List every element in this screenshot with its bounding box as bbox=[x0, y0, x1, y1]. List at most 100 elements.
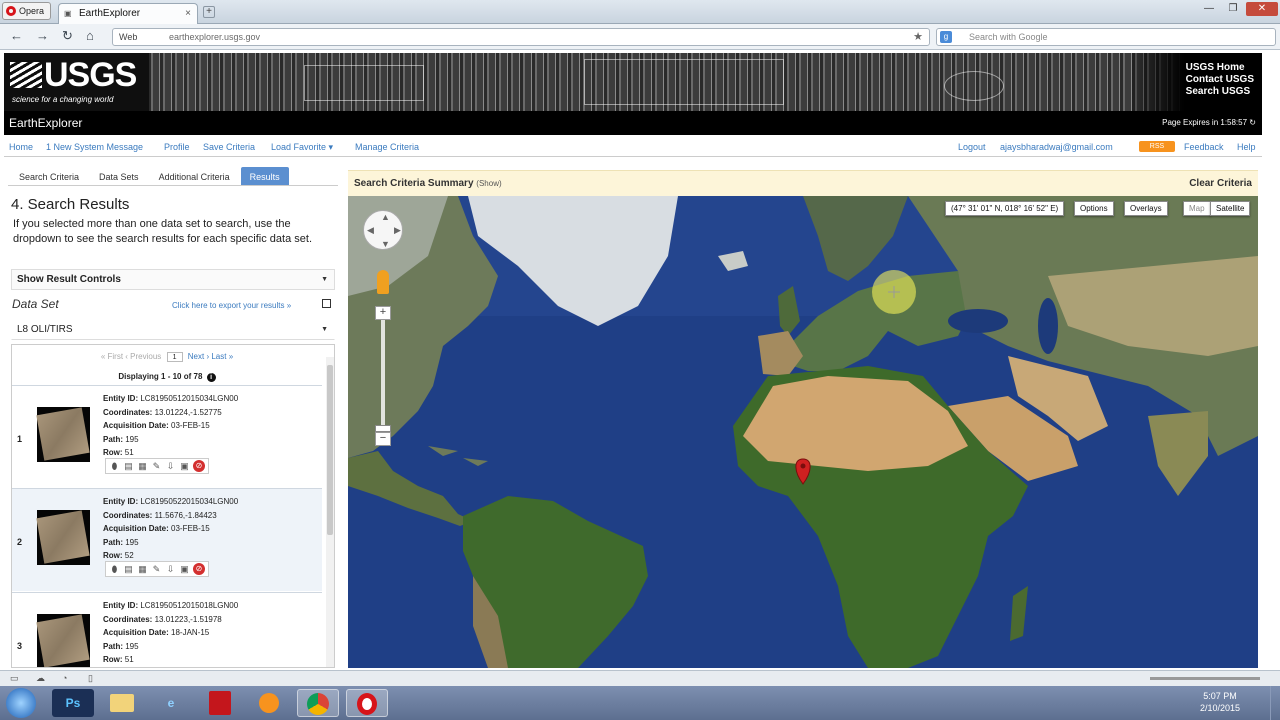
scrollbar-thumb[interactable] bbox=[327, 365, 333, 535]
result-row[interactable]: 1 Entity ID: LC81950512015034LGN00 Coord… bbox=[12, 385, 322, 488]
cloud-icon[interactable]: ☁ bbox=[36, 673, 45, 684]
close-window-icon[interactable]: ✕ bbox=[1246, 2, 1278, 16]
back-icon[interactable]: ← bbox=[10, 29, 23, 43]
pager-current-page[interactable]: 1 bbox=[166, 352, 183, 362]
download-icon[interactable]: ⇩ bbox=[165, 563, 176, 575]
search-input[interactable]: g Search with Google bbox=[936, 28, 1276, 46]
pan-down-icon[interactable]: ▼ bbox=[381, 239, 390, 249]
system-clock[interactable]: 5:07 PM 2/10/2015 bbox=[1200, 690, 1240, 714]
add-to-bulk-icon[interactable]: ▣ bbox=[179, 460, 190, 472]
turbo-icon[interactable]: ◔ bbox=[62, 673, 67, 683]
street-view-pegman-icon[interactable] bbox=[377, 270, 389, 294]
pager-previous[interactable]: ‹ Previous bbox=[125, 352, 161, 361]
browser-tab-earthexplorer[interactable]: ▣ EarthExplorer × bbox=[58, 3, 198, 24]
zoom-slider-track[interactable] bbox=[381, 313, 385, 433]
export-results-link[interactable]: Click here to export your results » bbox=[172, 301, 291, 310]
chrome-taskbar-icon[interactable] bbox=[297, 689, 339, 717]
download-icon[interactable]: ⇩ bbox=[165, 460, 176, 472]
rss-icon[interactable]: RSS bbox=[1139, 141, 1175, 152]
map-overlays-button[interactable]: Overlays bbox=[1124, 201, 1168, 216]
forward-icon[interactable]: → bbox=[36, 29, 49, 43]
show-desktop-button[interactable] bbox=[1270, 686, 1280, 720]
page-zoom-slider[interactable] bbox=[1150, 677, 1260, 680]
menu-user-email[interactable]: ajaysbharadwaj@gmail.com bbox=[1000, 142, 1113, 152]
zoom-slider-knob[interactable] bbox=[375, 425, 391, 432]
result-controls-dropdown[interactable]: Show Result Controls ▼ bbox=[11, 269, 335, 290]
menu-help[interactable]: Help bbox=[1237, 142, 1256, 152]
satellite-map[interactable]: ▲ ▼ ◀ ▶ + − (47° 31' 01" N, 018° 16' 52"… bbox=[348, 196, 1258, 668]
metadata-icon[interactable]: ✎ bbox=[151, 460, 162, 472]
pan-right-icon[interactable]: ▶ bbox=[394, 225, 401, 236]
opera-taskbar-icon[interactable] bbox=[346, 689, 388, 717]
bookmark-star-icon[interactable]: ★ bbox=[913, 29, 923, 45]
tab-additional-criteria[interactable]: Additional Criteria bbox=[150, 167, 239, 185]
maximize-icon[interactable]: ❐ bbox=[1222, 2, 1244, 16]
compare-icon[interactable]: ▦ bbox=[137, 563, 148, 575]
scene-thumbnail[interactable] bbox=[36, 614, 90, 667]
result-row[interactable]: 3 Entity ID: LC81950512015018LGN00 Coord… bbox=[12, 592, 322, 667]
refresh-icon[interactable]: ↻ bbox=[1249, 118, 1256, 127]
usgs-home-link[interactable]: USGS Home bbox=[1186, 62, 1254, 74]
search-usgs-link[interactable]: Search USGS bbox=[1186, 86, 1254, 98]
explorer-taskbar-icon[interactable] bbox=[101, 689, 143, 717]
opera-menu-button[interactable]: Opera bbox=[2, 2, 52, 20]
menu-feedback[interactable]: Feedback bbox=[1184, 142, 1224, 152]
date-label: Acquisition Date: bbox=[103, 628, 169, 637]
export-icon[interactable] bbox=[322, 299, 331, 308]
show-criteria-link[interactable]: (Show) bbox=[476, 179, 501, 188]
pan-left-icon[interactable]: ◀ bbox=[367, 225, 374, 236]
pager-next[interactable]: Next › bbox=[188, 352, 209, 361]
reload-icon[interactable]: ↻ bbox=[62, 29, 73, 43]
page-icon[interactable]: ▯ bbox=[88, 673, 93, 684]
start-button[interactable] bbox=[6, 688, 36, 718]
menu-profile[interactable]: Profile bbox=[164, 142, 190, 152]
acrobat-taskbar-icon[interactable] bbox=[199, 689, 241, 717]
map-options-button[interactable]: Options bbox=[1074, 201, 1114, 216]
exclude-scene-icon[interactable]: ⊘ bbox=[193, 460, 205, 472]
minimize-icon[interactable]: — bbox=[1198, 2, 1220, 16]
results-scrollbar[interactable] bbox=[326, 357, 334, 667]
menu-logout[interactable]: Logout bbox=[958, 142, 986, 152]
menu-system-message[interactable]: 1 New System Message bbox=[46, 142, 143, 152]
contact-usgs-link[interactable]: Contact USGS bbox=[1186, 74, 1254, 86]
pager-last[interactable]: Last » bbox=[211, 352, 233, 361]
tab-search-criteria[interactable]: Search Criteria bbox=[10, 167, 88, 185]
map-type-map-button[interactable]: Map bbox=[1183, 201, 1211, 216]
data-set-select[interactable]: L8 OLI/TIRS ▼ bbox=[11, 319, 335, 340]
panel-toggle-icon[interactable]: ▭ bbox=[10, 673, 19, 684]
menu-load-favorite[interactable]: Load Favorite ▾ bbox=[271, 142, 333, 153]
scene-thumbnail[interactable] bbox=[36, 407, 90, 462]
show-footprint-icon[interactable]: ⬮ bbox=[109, 563, 120, 575]
pan-up-icon[interactable]: ▲ bbox=[381, 212, 390, 222]
url-input[interactable]: Web earthexplorer.usgs.gov ★ bbox=[112, 28, 930, 46]
new-tab-button[interactable]: + bbox=[203, 6, 215, 18]
exclude-scene-icon[interactable]: ⊘ bbox=[193, 563, 205, 575]
photoshop-taskbar-icon[interactable]: Ps bbox=[52, 689, 94, 717]
media-player-taskbar-icon[interactable] bbox=[248, 689, 290, 717]
tab-data-sets[interactable]: Data Sets bbox=[90, 167, 148, 185]
zoom-out-button[interactable]: − bbox=[375, 432, 391, 446]
zoom-in-button[interactable]: + bbox=[375, 306, 391, 320]
aerial-block-outline bbox=[584, 59, 784, 105]
show-browse-icon[interactable]: ▤ bbox=[123, 460, 134, 472]
ie-taskbar-icon[interactable]: e bbox=[150, 689, 192, 717]
menu-home[interactable]: Home bbox=[9, 142, 33, 152]
usgs-logo-area[interactable]: USGS science for a changing world bbox=[4, 53, 149, 111]
pager-first[interactable]: « First bbox=[101, 352, 123, 361]
map-type-satellite-button[interactable]: Satellite bbox=[1210, 201, 1251, 216]
tab-results[interactable]: Results bbox=[240, 167, 289, 185]
add-to-bulk-icon[interactable]: ▣ bbox=[179, 563, 190, 575]
pan-control[interactable]: ▲ ▼ ◀ ▶ bbox=[363, 210, 403, 250]
info-icon[interactable]: i bbox=[206, 373, 216, 382]
home-icon[interactable]: ⌂ bbox=[86, 29, 94, 43]
close-tab-icon[interactable]: × bbox=[185, 4, 191, 24]
scene-thumbnail[interactable] bbox=[36, 510, 90, 565]
show-footprint-icon[interactable]: ⬮ bbox=[109, 460, 120, 472]
show-browse-icon[interactable]: ▤ bbox=[123, 563, 134, 575]
clear-criteria-button[interactable]: Clear Criteria bbox=[1189, 178, 1252, 189]
result-row[interactable]: 2 Entity ID: LC81950522015034LGN00 Coord… bbox=[12, 488, 322, 591]
compare-icon[interactable]: ▦ bbox=[137, 460, 148, 472]
metadata-icon[interactable]: ✎ bbox=[151, 563, 162, 575]
menu-save-criteria[interactable]: Save Criteria bbox=[203, 142, 255, 152]
menu-manage-criteria[interactable]: Manage Criteria bbox=[355, 142, 419, 152]
